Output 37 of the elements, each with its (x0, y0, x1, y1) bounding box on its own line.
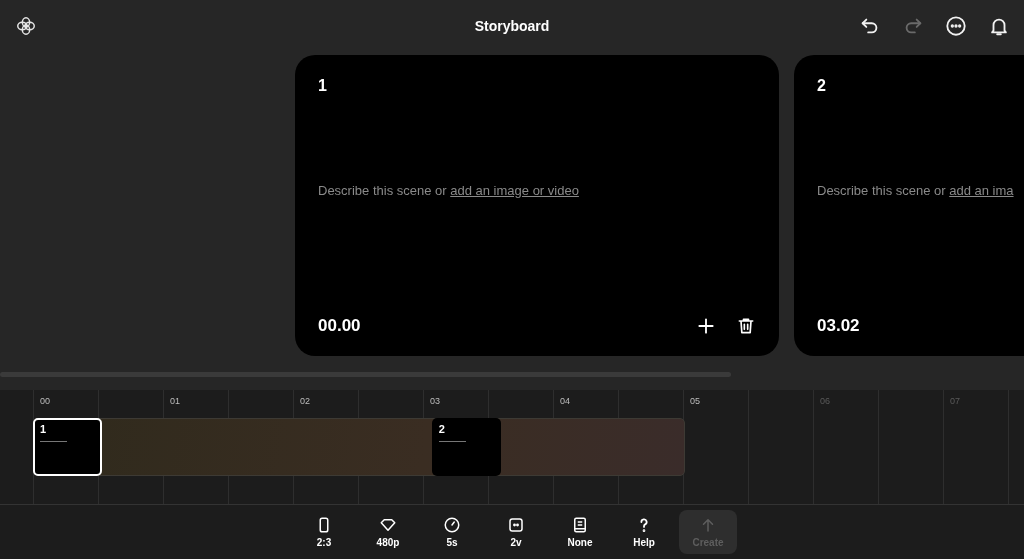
toolbar-button[interactable]: 480p (359, 510, 417, 554)
scene-number: 2 (817, 77, 827, 95)
scene-number: 1 (318, 77, 328, 95)
clip-number: 2 (438, 423, 445, 435)
clip-line-icon (438, 441, 466, 442)
add-media-link[interactable]: add an image or video (450, 183, 579, 198)
scene-time: 03.02 (817, 316, 860, 336)
toolbar-button[interactable]: 2:3 (295, 510, 353, 554)
toolbar-button[interactable]: Help (615, 510, 673, 554)
knot-logo-icon[interactable] (15, 15, 37, 37)
toolbar-button[interactable]: None (551, 510, 609, 554)
page-title: Storyboard (474, 18, 550, 34)
scene-card[interactable]: 2 Describe this scene or add an ima 03.02 (794, 55, 1024, 356)
stopwatch-icon (443, 516, 461, 534)
clip-number: 1 (40, 423, 47, 435)
ruler-label: 03 (430, 396, 440, 406)
scene-prompt[interactable]: Describe this scene or add an ima (817, 183, 1024, 198)
ruler-label: 04 (560, 396, 570, 406)
square-dots-icon (507, 516, 525, 534)
ruler-label: 01 (170, 396, 180, 406)
scene-card[interactable]: 1 Describe this scene or add an image or video 00.00 (295, 55, 779, 356)
timeline-clip[interactable]: 2 (431, 418, 501, 476)
clip-line-icon (40, 441, 67, 442)
add-icon[interactable] (696, 316, 716, 336)
timeline-clip[interactable]: 1 (33, 418, 102, 476)
book-icon (571, 516, 589, 534)
add-media-link[interactable]: add an ima (949, 183, 1014, 198)
trash-icon[interactable] (736, 316, 756, 336)
ruler-label: 00 (40, 396, 50, 406)
scene-time: 00.00 (318, 316, 361, 336)
toolbar-button[interactable]: 5s (423, 510, 481, 554)
ruler-label: 02 (300, 396, 310, 406)
ruler-label: 05 (690, 396, 700, 406)
toolbar-button[interactable]: 2v (487, 510, 545, 554)
more-options-icon[interactable] (945, 15, 967, 37)
scene-prompt[interactable]: Describe this scene or add an image or video (318, 183, 756, 198)
diamond-icon (379, 516, 397, 534)
